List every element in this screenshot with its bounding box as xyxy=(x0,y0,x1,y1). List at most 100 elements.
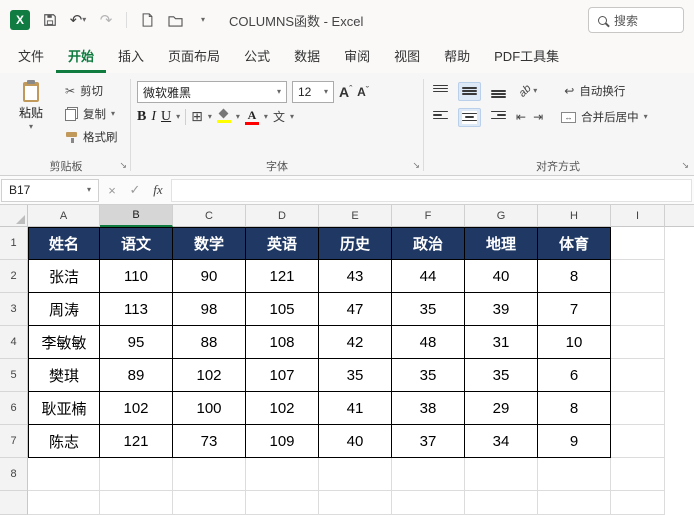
merge-center-button[interactable]: ↔ 合并后居中 ▾ xyxy=(558,107,651,127)
borders-button[interactable]: ⊞ xyxy=(191,108,203,125)
tab-home[interactable]: 开始 xyxy=(56,40,107,73)
align-center-button[interactable] xyxy=(458,107,481,127)
data-cell[interactable]: 41 xyxy=(319,392,392,425)
data-cell[interactable]: 113 xyxy=(100,293,173,326)
column-header-D[interactable]: D xyxy=(246,205,319,227)
table-header-cell[interactable]: 姓名 xyxy=(28,227,100,260)
cell[interactable] xyxy=(611,227,665,260)
data-cell[interactable]: 105 xyxy=(246,293,319,326)
data-cell[interactable]: 39 xyxy=(465,293,538,326)
column-header-A[interactable]: A xyxy=(28,205,100,227)
cell[interactable] xyxy=(392,491,465,515)
decrease-indent-button[interactable]: ⇤ xyxy=(516,110,526,124)
redo-button[interactable]: ↷ xyxy=(94,7,118,33)
cell[interactable] xyxy=(392,458,465,491)
data-cell[interactable]: 73 xyxy=(173,425,246,458)
data-cell[interactable]: 9 xyxy=(538,425,611,458)
cell[interactable] xyxy=(173,458,246,491)
row-header-4[interactable]: 4 xyxy=(0,326,28,359)
dialog-launcher-icon[interactable]: ↘ xyxy=(119,160,127,171)
data-cell[interactable]: 陈志 xyxy=(28,425,100,458)
align-top-button[interactable] xyxy=(430,83,451,100)
table-header-cell[interactable]: 地理 xyxy=(465,227,538,260)
data-cell[interactable]: 35 xyxy=(319,359,392,392)
data-cell[interactable]: 周涛 xyxy=(28,293,100,326)
table-header-cell[interactable]: 政治 xyxy=(392,227,465,260)
row-header-3[interactable]: 3 xyxy=(0,293,28,326)
data-cell[interactable]: 7 xyxy=(538,293,611,326)
cell[interactable] xyxy=(538,491,611,515)
cell[interactable] xyxy=(28,491,100,515)
tab-insert[interactable]: 插入 xyxy=(106,40,156,73)
align-right-button[interactable] xyxy=(488,109,509,126)
font-name-combo[interactable]: 微软雅黑 ▾ xyxy=(137,81,287,103)
copy-button[interactable]: 复制 ▾ xyxy=(62,104,121,124)
paste-button[interactable]: 粘贴 ▾ xyxy=(8,79,54,131)
data-cell[interactable]: 44 xyxy=(392,260,465,293)
cell[interactable] xyxy=(465,458,538,491)
data-cell[interactable]: 38 xyxy=(392,392,465,425)
wrap-text-button[interactable]: ↩ 自动换行 xyxy=(561,81,628,101)
column-header-H[interactable]: H xyxy=(538,205,611,227)
cell[interactable] xyxy=(246,491,319,515)
cell[interactable] xyxy=(611,392,665,425)
data-cell[interactable]: 98 xyxy=(173,293,246,326)
data-cell[interactable]: 8 xyxy=(538,392,611,425)
cell[interactable] xyxy=(465,491,538,515)
column-header-B[interactable]: B xyxy=(100,205,173,227)
excel-logo-icon[interactable]: X xyxy=(10,10,30,30)
row-header-5[interactable]: 5 xyxy=(0,359,28,392)
format-painter-button[interactable]: 格式刷 xyxy=(62,127,121,147)
table-header-cell[interactable]: 语文 xyxy=(100,227,173,260)
orientation-button[interactable]: ab ▾ xyxy=(516,82,540,99)
data-cell[interactable]: 31 xyxy=(465,326,538,359)
cell[interactable] xyxy=(611,260,665,293)
name-box[interactable]: B17 ▾ xyxy=(1,178,99,202)
data-cell[interactable]: 43 xyxy=(319,260,392,293)
select-all-button[interactable] xyxy=(0,205,28,227)
align-middle-button[interactable] xyxy=(458,81,481,101)
data-cell[interactable]: 35 xyxy=(392,359,465,392)
cut-button[interactable]: ✂ 剪切 xyxy=(62,81,121,101)
data-cell[interactable]: 42 xyxy=(319,326,392,359)
data-cell[interactable]: 48 xyxy=(392,326,465,359)
data-cell[interactable]: 102 xyxy=(246,392,319,425)
data-cell[interactable]: 110 xyxy=(100,260,173,293)
open-folder-button[interactable] xyxy=(163,7,187,33)
data-cell[interactable]: 102 xyxy=(173,359,246,392)
save-button[interactable] xyxy=(38,7,62,33)
phonetic-guide-button[interactable]: 文 xyxy=(273,108,285,125)
cell[interactable] xyxy=(100,458,173,491)
font-color-button[interactable]: A xyxy=(244,109,259,125)
data-cell[interactable]: 47 xyxy=(319,293,392,326)
cell[interactable] xyxy=(611,491,665,515)
table-header-cell[interactable]: 数学 xyxy=(173,227,246,260)
table-header-cell[interactable]: 历史 xyxy=(319,227,392,260)
data-cell[interactable]: 90 xyxy=(173,260,246,293)
cell[interactable] xyxy=(611,458,665,491)
font-size-combo[interactable]: 12 ▾ xyxy=(292,81,334,103)
cell[interactable] xyxy=(100,491,173,515)
tab-review[interactable]: 审阅 xyxy=(332,40,382,73)
data-cell[interactable]: 102 xyxy=(100,392,173,425)
data-cell[interactable]: 121 xyxy=(100,425,173,458)
dialog-launcher-icon[interactable]: ↘ xyxy=(681,160,689,171)
cell[interactable] xyxy=(611,425,665,458)
table-header-cell[interactable]: 体育 xyxy=(538,227,611,260)
tab-page-layout[interactable]: 页面布局 xyxy=(156,40,232,73)
cancel-button[interactable]: × xyxy=(102,179,122,201)
align-left-button[interactable] xyxy=(430,109,451,126)
cell[interactable] xyxy=(246,458,319,491)
tab-formulas[interactable]: 公式 xyxy=(232,40,282,73)
insert-function-button[interactable]: fx xyxy=(148,179,168,201)
table-header-cell[interactable]: 英语 xyxy=(246,227,319,260)
column-header-I[interactable]: I xyxy=(611,205,665,227)
data-cell[interactable]: 88 xyxy=(173,326,246,359)
tab-view[interactable]: 视图 xyxy=(382,40,432,73)
data-cell[interactable]: 89 xyxy=(100,359,173,392)
data-cell[interactable]: 40 xyxy=(465,260,538,293)
row-header-7[interactable]: 7 xyxy=(0,425,28,458)
tab-help[interactable]: 帮助 xyxy=(432,40,482,73)
row-header-1[interactable]: 1 xyxy=(0,227,28,260)
increase-indent-button[interactable]: ⇥ xyxy=(533,110,543,124)
